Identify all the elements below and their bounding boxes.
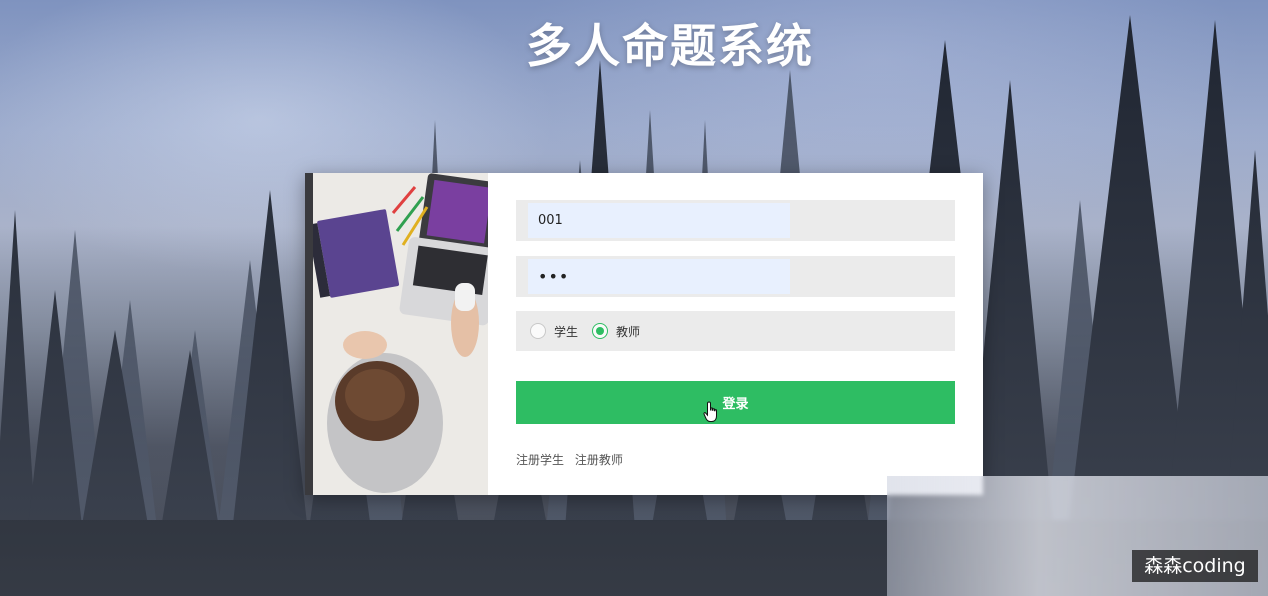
- password-input[interactable]: [528, 259, 790, 294]
- role-option-teacher[interactable]: 教师: [592, 323, 640, 340]
- register-links: 注册学生 注册教师: [516, 451, 630, 468]
- role-option-label: 教师: [616, 324, 641, 339]
- username-row: [516, 200, 955, 241]
- desk-illustration: [305, 173, 488, 495]
- login-button[interactable]: 登录: [516, 381, 955, 424]
- page-title: 多人命题系统: [526, 19, 814, 73]
- register-teacher-link[interactable]: 注册教师: [575, 453, 623, 467]
- watermark: 森森coding: [1132, 550, 1258, 582]
- radio-button-checked-icon[interactable]: [592, 323, 609, 339]
- register-student-link[interactable]: 注册学生: [516, 453, 564, 467]
- hand-pointer-icon: [703, 401, 717, 422]
- desk-photo-image: [305, 173, 488, 495]
- username-input[interactable]: [528, 203, 790, 238]
- radio-button-icon[interactable]: [530, 323, 546, 339]
- role-option-label: 学生: [554, 324, 579, 339]
- password-row: [516, 256, 955, 297]
- login-page: 多人命题系统 001 学生 教师 登录 注册学生 注册教师 森森coding: [0, 0, 1268, 596]
- role-selector: 学生 教师: [516, 311, 955, 351]
- role-option-student[interactable]: 学生: [530, 323, 578, 340]
